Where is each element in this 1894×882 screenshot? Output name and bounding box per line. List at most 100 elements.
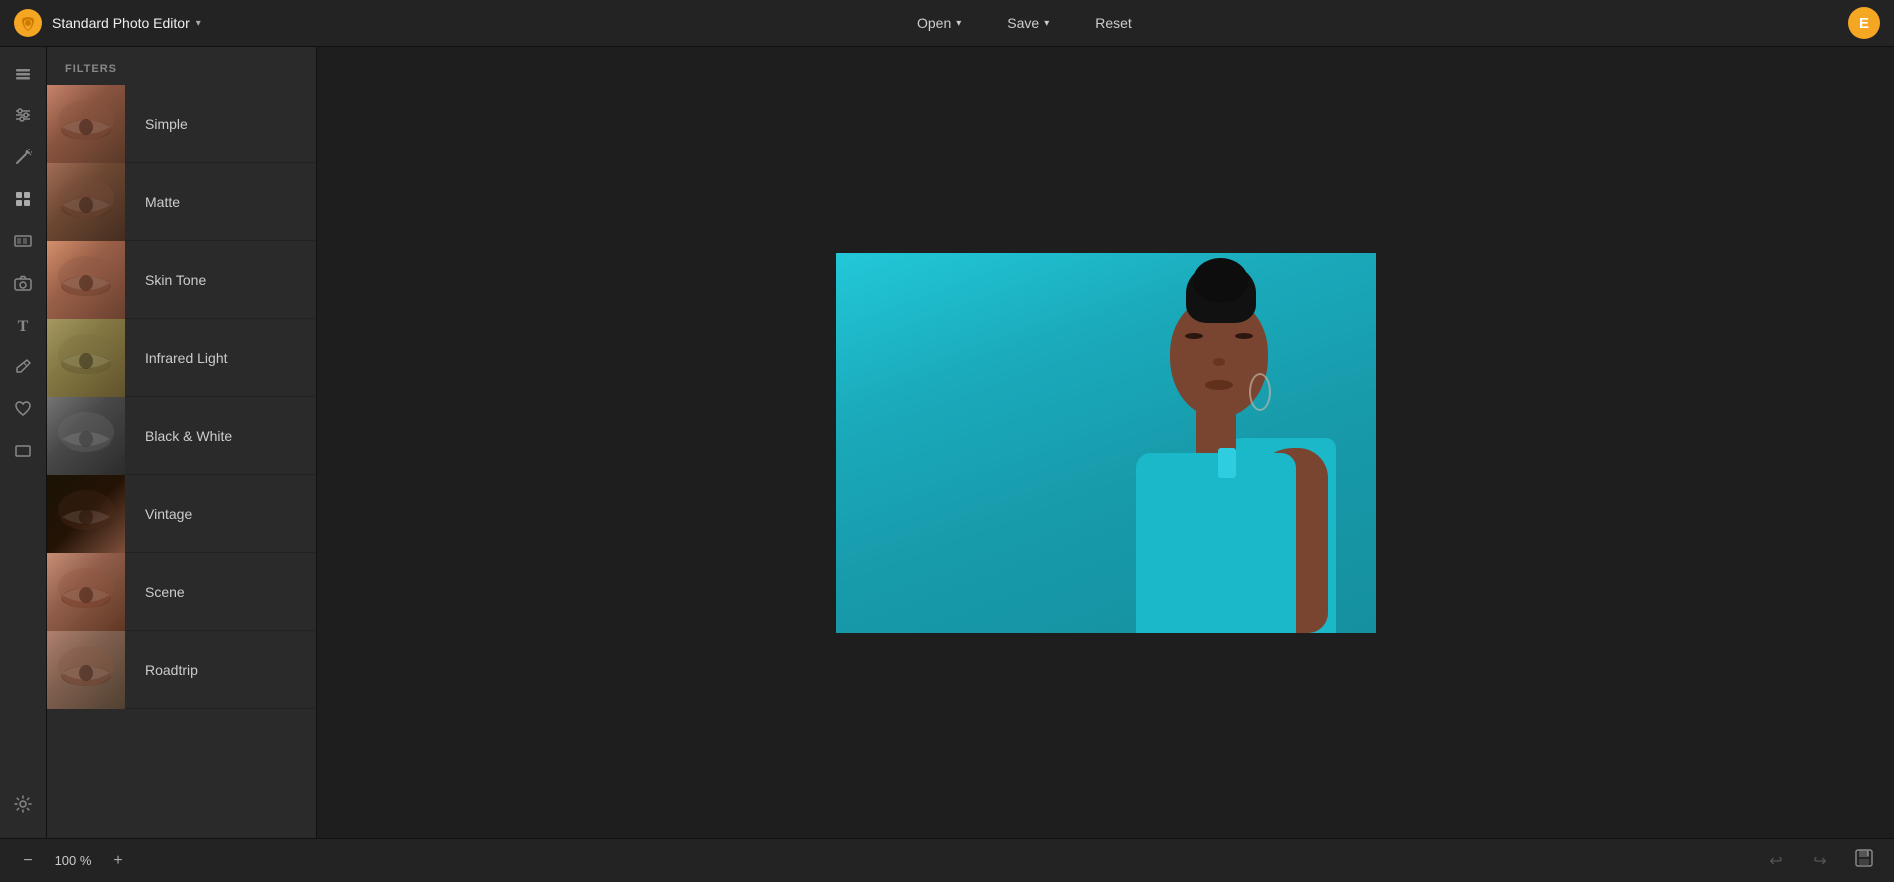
frame-button[interactable]	[5, 435, 41, 471]
zoom-controls: − 100 % +	[16, 849, 130, 873]
open-button[interactable]: Open ▾	[909, 10, 969, 36]
sidebar-bottom	[5, 788, 41, 838]
filter-thumb-inner-vintage	[47, 475, 125, 553]
settings-icon	[14, 795, 32, 818]
undo-button[interactable]: ↩	[1762, 847, 1790, 875]
filter-item-bw[interactable]: Black & White	[47, 397, 316, 475]
filter-label-bw: Black & White	[125, 428, 232, 444]
filter-label-roadtrip: Roadtrip	[125, 662, 198, 678]
save-chevron-icon: ▾	[1044, 18, 1049, 29]
layers-button[interactable]	[5, 57, 41, 93]
filter-thumb-scene	[47, 553, 125, 631]
filters-button[interactable]	[5, 183, 41, 219]
filter-item-matte[interactable]: Matte	[47, 163, 316, 241]
camera-icon	[14, 274, 32, 297]
bottom-bar: − 100 % + ↩ ↪	[0, 838, 1894, 882]
filter-list: Simple Matte Skin To	[47, 85, 316, 838]
filter-item-roadtrip[interactable]: Roadtrip	[47, 631, 316, 709]
adjustments-button[interactable]	[5, 99, 41, 135]
filter-thumb-infrared	[47, 319, 125, 397]
filter-label-infrared: Infrared Light	[125, 350, 228, 366]
filter-label-simple: Simple	[125, 116, 188, 132]
filmstrip-icon	[14, 232, 32, 255]
heart-icon	[14, 400, 32, 423]
filter-item-infrared[interactable]: Infrared Light	[47, 319, 316, 397]
brush-button[interactable]	[5, 351, 41, 387]
filters-section-header: FILTERS	[47, 47, 316, 85]
main-content: T	[0, 47, 1894, 838]
earring	[1249, 373, 1271, 411]
frame-icon	[14, 442, 32, 465]
dress	[1136, 453, 1296, 633]
filter-item-scene[interactable]: Scene	[47, 553, 316, 631]
magic-wand-button[interactable]	[5, 141, 41, 177]
filter-thumb-roadtrip	[47, 631, 125, 709]
filter-thumb-inner-bw	[47, 397, 125, 475]
nose	[1213, 358, 1225, 366]
lips	[1205, 380, 1233, 390]
subject-figure	[1036, 253, 1336, 633]
filter-item-skintone[interactable]: Skin Tone	[47, 241, 316, 319]
dress-strap	[1218, 448, 1236, 478]
reset-label: Reset	[1095, 15, 1132, 31]
app-title: Standard Photo Editor	[52, 15, 190, 31]
filter-thumb-simple	[47, 85, 125, 163]
save-label: Save	[1007, 15, 1039, 31]
plus-icon: +	[113, 852, 122, 870]
camera-button[interactable]	[5, 267, 41, 303]
save-button[interactable]: Save ▾	[999, 10, 1057, 36]
left-eye	[1185, 333, 1203, 339]
filter-thumb-vintage	[47, 475, 125, 553]
topbar: Standard Photo Editor ▾ Open ▾ Save ▾ Re…	[0, 0, 1894, 47]
user-avatar[interactable]: E	[1848, 7, 1880, 39]
zoom-in-button[interactable]: +	[106, 849, 130, 873]
filter-thumb-inner-roadtrip	[47, 631, 125, 709]
zoom-out-button[interactable]: −	[16, 849, 40, 873]
text-button[interactable]: T	[5, 309, 41, 345]
zoom-level: 100 %	[48, 853, 98, 868]
filter-item-simple[interactable]: Simple	[47, 85, 316, 163]
topbar-actions: Open ▾ Save ▾ Reset	[201, 10, 1848, 36]
tool-sidebar: T	[0, 47, 47, 838]
magic-wand-icon	[14, 148, 32, 171]
adjustments-icon	[14, 106, 32, 129]
filter-thumb-inner-simple	[47, 85, 125, 163]
app-title-group[interactable]: Standard Photo Editor ▾	[52, 15, 201, 31]
settings-button[interactable]	[5, 788, 41, 824]
filter-thumb-inner-skintone	[47, 241, 125, 319]
filter-thumb-matte	[47, 163, 125, 241]
save-to-disk-button[interactable]	[1850, 847, 1878, 875]
right-eye	[1235, 333, 1253, 339]
layers-icon	[14, 64, 32, 87]
undo-icon: ↩	[1769, 851, 1782, 871]
redo-icon: ↪	[1813, 851, 1826, 871]
canvas-area[interactable]	[317, 47, 1894, 838]
filter-thumb-inner-matte	[47, 163, 125, 241]
filter-label-scene: Scene	[125, 584, 185, 600]
filter-thumb-skintone	[47, 241, 125, 319]
filter-thumb-inner-infrared	[47, 319, 125, 397]
filter-grid-icon	[14, 190, 32, 213]
reset-button[interactable]: Reset	[1087, 10, 1140, 36]
filter-label-skintone: Skin Tone	[125, 272, 206, 288]
open-label: Open	[917, 15, 951, 31]
filter-thumb-bw	[47, 397, 125, 475]
photo-frame	[836, 253, 1376, 633]
open-chevron-icon: ▾	[956, 18, 961, 29]
filter-label-matte: Matte	[125, 194, 180, 210]
brush-icon	[14, 358, 32, 381]
filter-item-vintage[interactable]: Vintage	[47, 475, 316, 553]
hair-bun	[1193, 258, 1248, 303]
filter-thumb-inner-scene	[47, 553, 125, 631]
save-disk-icon	[1854, 848, 1874, 873]
filter-panel: FILTERS Simple	[47, 47, 317, 838]
app-logo	[14, 9, 42, 37]
redo-button[interactable]: ↪	[1806, 847, 1834, 875]
filmstrip-button[interactable]	[5, 225, 41, 261]
minus-icon: −	[23, 852, 32, 870]
avatar-initial: E	[1859, 15, 1869, 32]
heart-button[interactable]	[5, 393, 41, 429]
photo-canvas	[836, 253, 1376, 633]
bottombar-right: ↩ ↪	[1762, 847, 1878, 875]
text-icon: T	[18, 318, 29, 336]
